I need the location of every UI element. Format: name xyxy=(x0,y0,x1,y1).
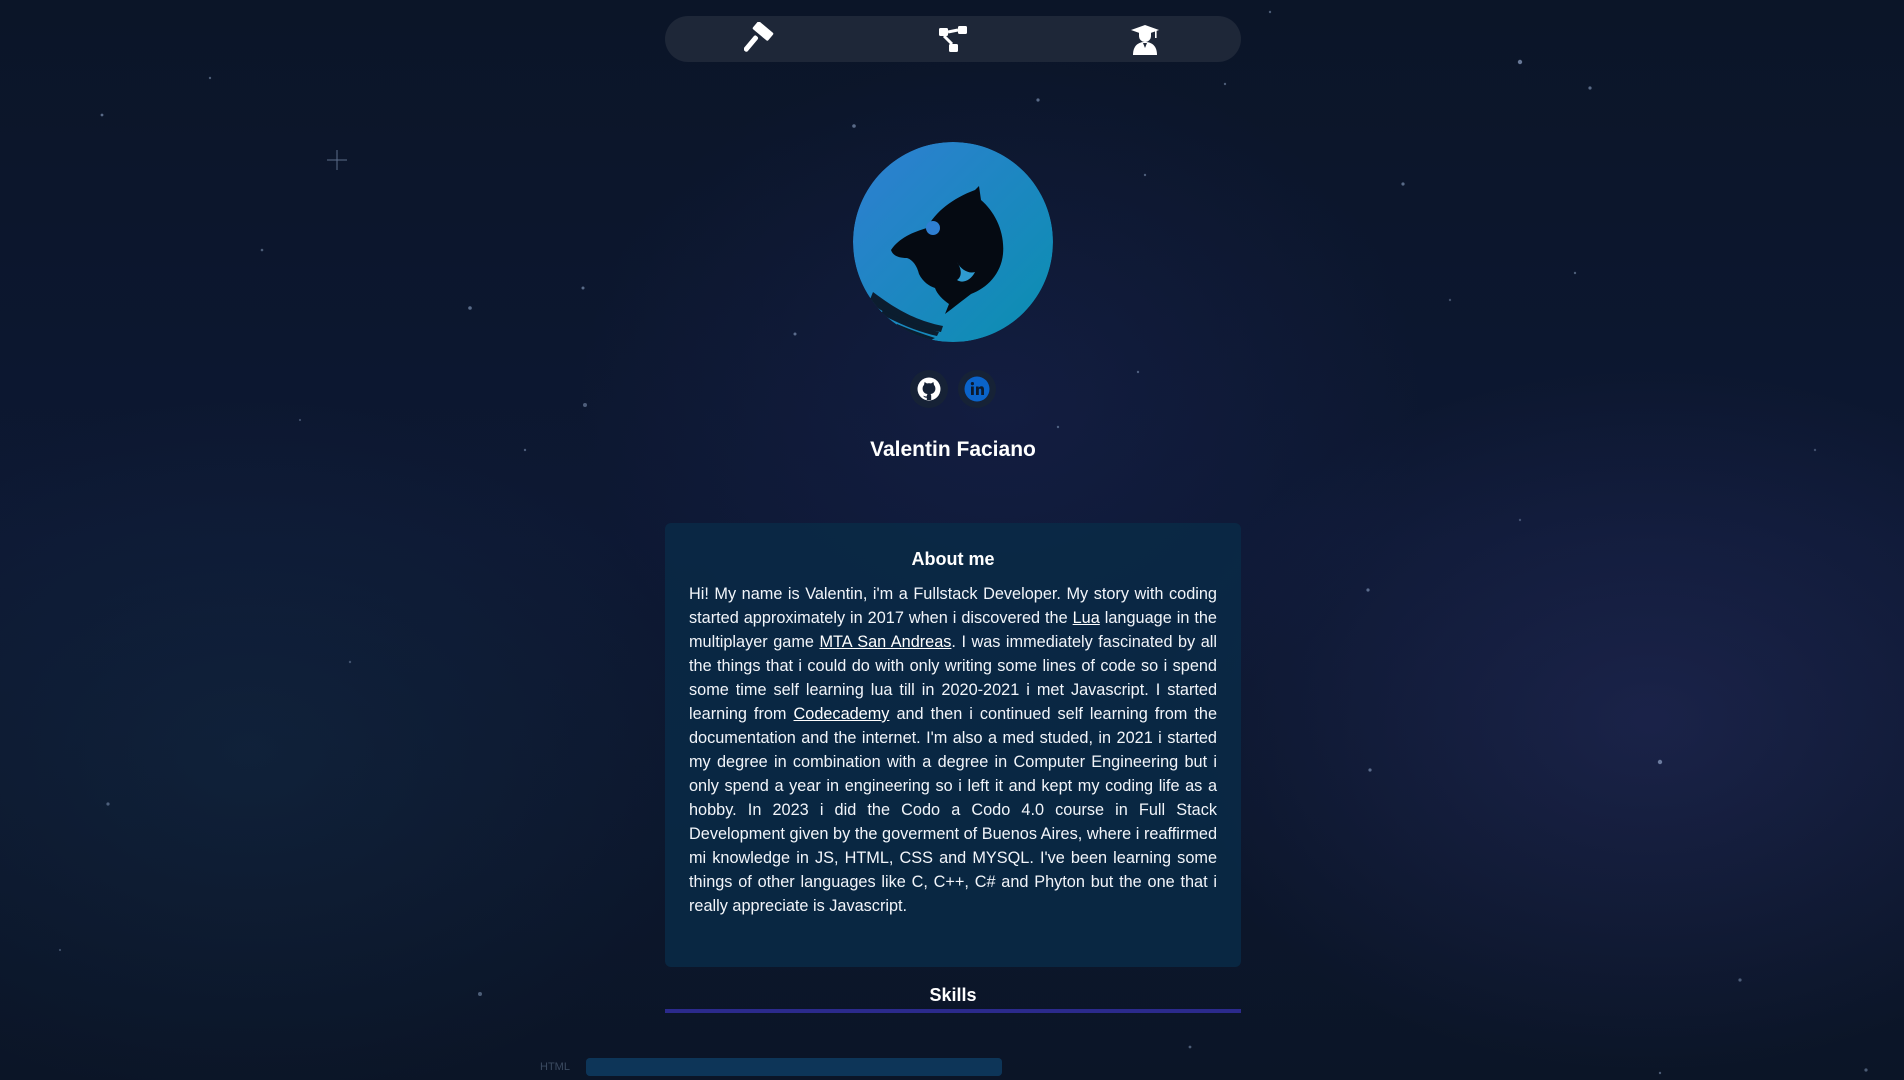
graduate-icon xyxy=(1131,25,1159,55)
skills-divider xyxy=(665,1009,1241,1013)
linkedin-icon xyxy=(964,376,990,402)
mta-san-andreas-link[interactable]: MTA San Andreas xyxy=(819,633,951,651)
nav-network-button[interactable] xyxy=(933,19,973,59)
github-icon xyxy=(917,377,941,401)
codecademy-link[interactable]: Codecademy xyxy=(794,705,890,723)
github-button[interactable] xyxy=(910,370,948,408)
lua-link[interactable]: Lua xyxy=(1073,609,1100,627)
skill-bar-fill xyxy=(586,1058,1002,1076)
about-title: About me xyxy=(911,549,995,569)
hammer-icon xyxy=(744,22,774,52)
nav-hammer-button[interactable] xyxy=(741,19,781,59)
skill-bar xyxy=(586,1058,1002,1076)
page: Valentin Faciano About me Hi! My name is… xyxy=(0,0,1904,1080)
about-card: About me Hi! My name is Valentin, i'm a … xyxy=(665,523,1241,967)
profile-name: Valentin Faciano xyxy=(870,438,1036,461)
skill-label: HTML xyxy=(540,1061,570,1073)
nav-education-button[interactable] xyxy=(1125,19,1165,59)
network-icon xyxy=(939,26,967,52)
linkedin-button[interactable] xyxy=(958,370,996,408)
dolphin-icon xyxy=(853,142,1053,342)
about-text: Hi! My name is Valentin, i'm a Fullstack… xyxy=(689,582,1217,918)
skills-title: Skills xyxy=(929,985,977,1005)
top-nav xyxy=(665,16,1241,62)
about-text-part-4: and then i continued self learning from … xyxy=(689,705,1217,915)
avatar xyxy=(853,142,1053,342)
social-links xyxy=(910,370,996,412)
skill-row-html: HTML xyxy=(540,1058,1010,1076)
